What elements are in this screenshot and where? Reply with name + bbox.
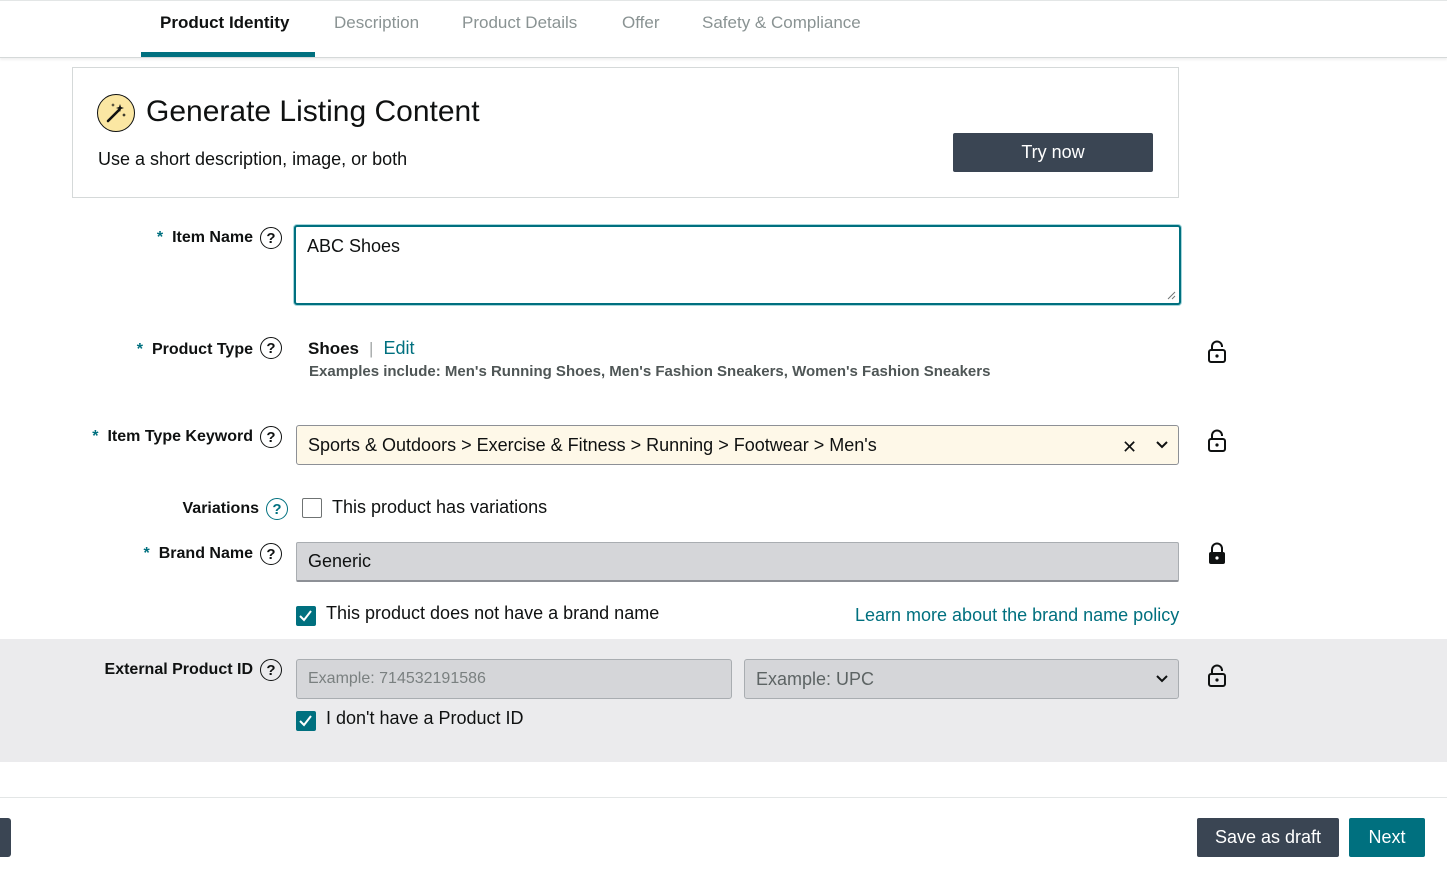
product-type-examples: Examples include: Men's Running Shoes, M…	[309, 363, 991, 380]
brand-name-input[interactable]: Generic	[296, 542, 1179, 582]
brand-name-value: Generic	[308, 551, 372, 571]
external-product-id-placeholder: Example: 714532191586	[308, 670, 486, 687]
required-marker: *	[136, 341, 143, 358]
no-product-id-checkbox-label: I don't have a Product ID	[326, 708, 524, 728]
item-name-label: * Item Name	[157, 229, 253, 247]
item-type-keyword-label-text: Item Type Keyword	[107, 428, 253, 445]
item-type-keyword-select[interactable]: Sports & Outdoors > Exercise & Fitness >…	[296, 425, 1179, 465]
external-product-id-label-text: External Product ID	[104, 661, 253, 678]
item-name-help-icon[interactable]: ?	[260, 227, 282, 249]
clear-icon[interactable]: ✕	[1122, 437, 1137, 458]
variations-label: Variations	[183, 500, 259, 518]
variations-checkbox-label: This product has variations	[332, 497, 548, 517]
lock-closed-icon	[1209, 542, 1225, 564]
tab-safety-compliance[interactable]: Safety & Compliance	[702, 1, 861, 58]
active-tab-indicator	[141, 52, 315, 57]
brand-policy-link[interactable]: Learn more about the brand name policy	[855, 605, 1179, 626]
product-id-type-placeholder: Example: UPC	[756, 668, 875, 689]
save-as-draft-button[interactable]: Save as draft	[1197, 818, 1339, 857]
lock-open-icon	[1208, 664, 1226, 687]
required-marker: *	[143, 545, 150, 562]
tab-description[interactable]: Description	[334, 1, 419, 58]
generate-title: Generate Listing Content	[146, 95, 480, 128]
footer-divider	[0, 797, 1447, 798]
item-type-keyword-label: * Item Type Keyword	[92, 428, 253, 446]
try-now-button[interactable]: Try now	[953, 133, 1153, 172]
tab-product-details[interactable]: Product Details	[462, 1, 577, 58]
magic-wand-icon	[97, 94, 135, 132]
item-name-value: ABC Shoes	[307, 236, 401, 256]
product-type-value: Shoes	[308, 338, 360, 358]
product-type-help-icon[interactable]: ?	[260, 337, 282, 359]
generate-listing-card: Generate Listing Content Use a short des…	[72, 67, 1179, 198]
cancel-button-partial[interactable]	[0, 818, 11, 857]
brand-name-help-icon[interactable]: ?	[260, 543, 282, 565]
no-product-id-checkbox[interactable]	[296, 711, 316, 731]
item-name-input[interactable]: ABC Shoes	[294, 225, 1181, 305]
variations-label-text: Variations	[182, 500, 259, 517]
tab-offer[interactable]: Offer	[622, 1, 659, 58]
next-button[interactable]: Next	[1349, 818, 1425, 857]
checkmark-icon	[299, 715, 312, 727]
chevron-down-icon[interactable]	[1155, 440, 1169, 450]
variations-help-icon[interactable]: ?	[266, 498, 288, 520]
lock-open-icon	[1208, 429, 1226, 452]
tab-product-identity[interactable]: Product Identity	[160, 1, 289, 58]
item-name-label-text: Item Name	[172, 229, 253, 246]
product-listing-page: Product Identity Description Product Det…	[0, 0, 1447, 882]
required-marker: *	[156, 229, 164, 246]
lock-open-icon	[1208, 340, 1226, 363]
product-type-value-row: Shoes | Edit	[308, 338, 414, 359]
brand-name-label-text: Brand Name	[158, 545, 253, 562]
resize-grip-icon[interactable]	[1166, 290, 1176, 300]
brand-name-label: * Brand Name	[144, 545, 253, 563]
external-product-id-type-select[interactable]: Example: UPC	[744, 659, 1179, 699]
item-type-keyword-value: Sports & Outdoors > Exercise & Fitness >…	[308, 434, 877, 455]
external-product-id-input[interactable]: Example: 714532191586	[296, 659, 732, 699]
variations-checkbox[interactable]	[302, 498, 322, 518]
item-type-keyword-help-icon[interactable]: ?	[260, 426, 282, 448]
no-brand-checkbox[interactable]	[296, 606, 316, 626]
product-type-edit-link[interactable]: Edit	[383, 338, 414, 359]
product-type-label: * Product Type	[137, 341, 253, 359]
separator: |	[369, 338, 374, 358]
generate-subtitle: Use a short description, image, or both	[98, 149, 408, 169]
external-product-id-section	[0, 639, 1447, 762]
external-product-id-help-icon[interactable]: ?	[260, 659, 282, 681]
no-brand-checkbox-label: This product does not have a brand name	[326, 603, 660, 623]
product-type-label-text: Product Type	[151, 341, 253, 358]
external-product-id-label: External Product ID	[105, 661, 253, 679]
checkmark-icon	[299, 610, 312, 622]
chevron-down-icon[interactable]	[1155, 674, 1169, 684]
tab-bar: Product Identity Description Product Det…	[0, 0, 1447, 58]
required-marker: *	[92, 428, 99, 445]
